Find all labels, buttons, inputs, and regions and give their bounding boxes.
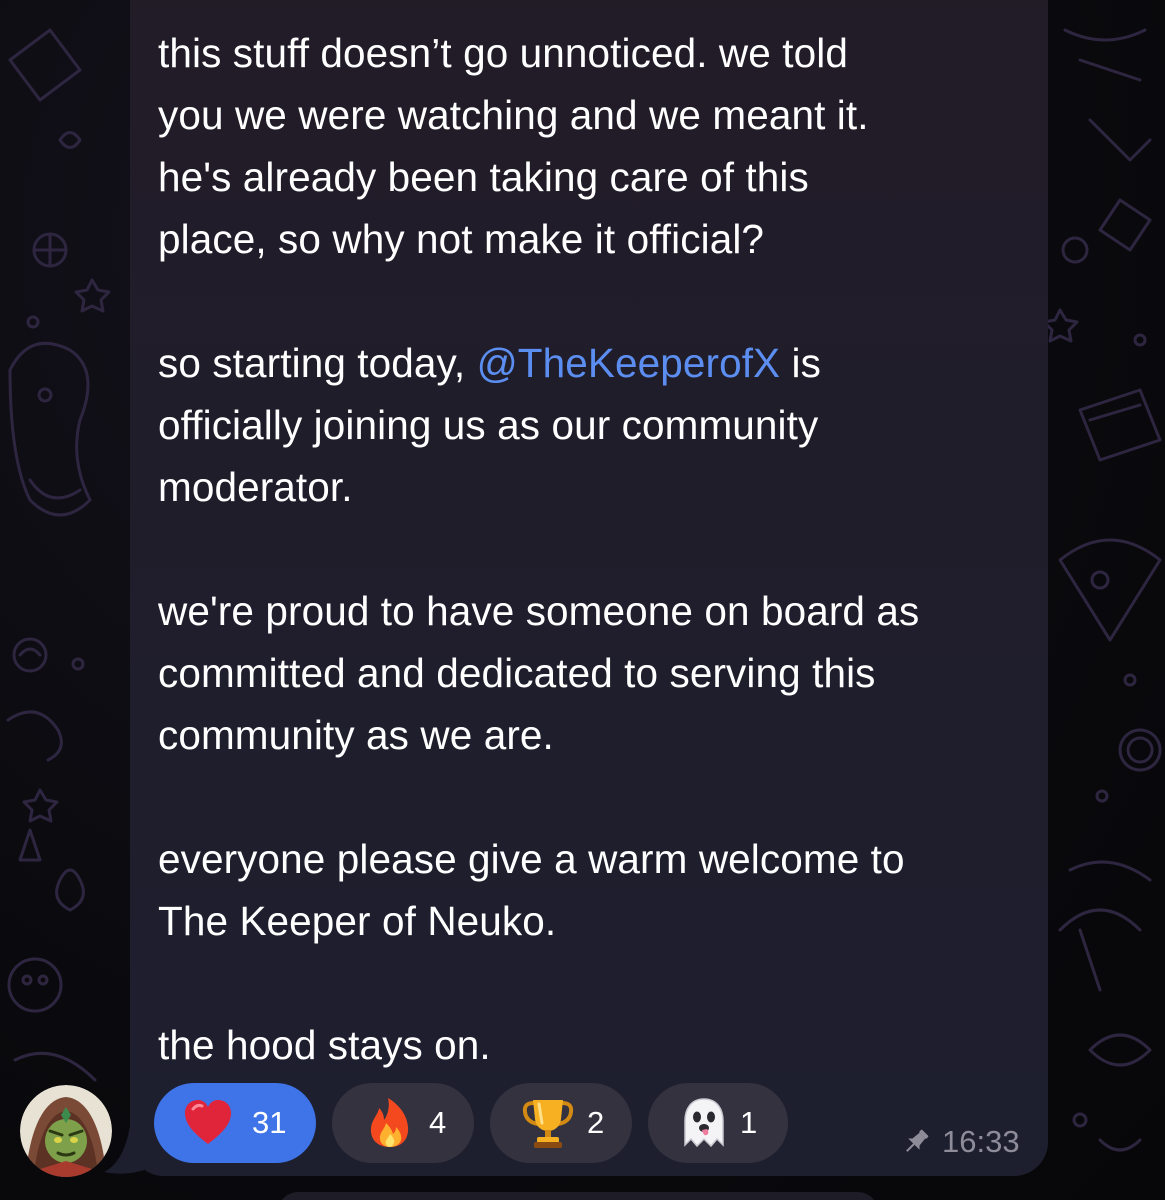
ghost-icon — [684, 1098, 724, 1148]
pin-icon — [906, 1129, 929, 1152]
reaction-ghost[interactable]: 1 — [648, 1083, 788, 1163]
message-text-part-2: is officially joining us as our communit… — [158, 340, 920, 1068]
reaction-count: 1 — [740, 1105, 758, 1140]
reaction-count: 31 — [252, 1105, 287, 1140]
next-message-bubble — [278, 1192, 878, 1200]
message-text: this stuff doesn’t go unnoticed. we told… — [158, 22, 1038, 1076]
chat-view: this stuff doesn’t go unnoticed. we told… — [0, 0, 1165, 1200]
user-mention-link[interactable]: @TheKeeperofX — [477, 340, 781, 386]
message-timestamp: 16:33 — [942, 1124, 1020, 1159]
reaction-count: 2 — [587, 1105, 605, 1140]
reaction-trophy[interactable]: 2 — [490, 1083, 632, 1163]
reaction-fire[interactable]: 4 — [332, 1083, 474, 1163]
reaction-heart[interactable]: 31 — [154, 1083, 316, 1163]
avatar-image — [20, 1085, 112, 1177]
message-text-part-1: this stuff doesn’t go unnoticed. we told… — [158, 30, 869, 386]
heart-icon — [185, 1100, 231, 1144]
fire-icon — [370, 1098, 409, 1147]
trophy-icon — [522, 1100, 574, 1148]
reaction-count: 4 — [429, 1105, 447, 1140]
sender-avatar[interactable] — [20, 1085, 112, 1177]
